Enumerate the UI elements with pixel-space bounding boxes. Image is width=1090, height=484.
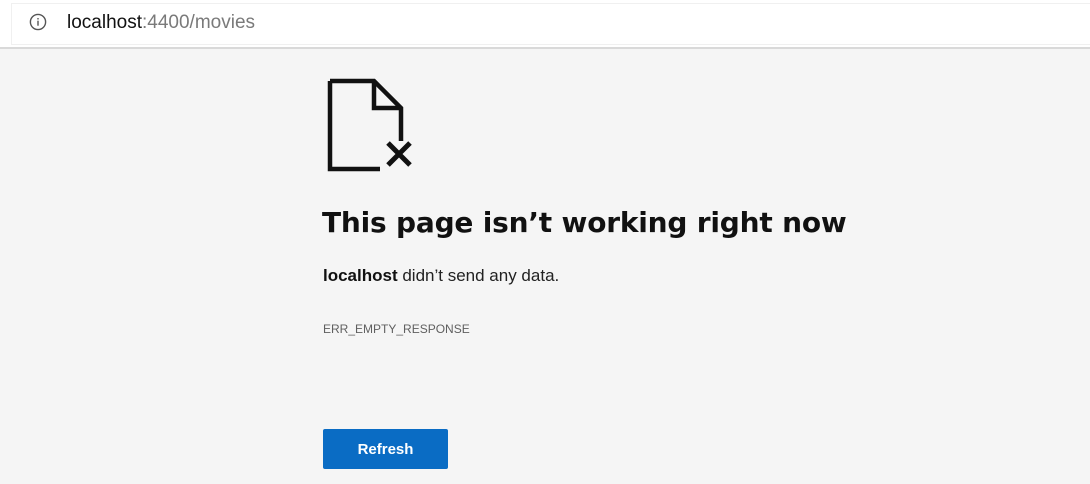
error-code: ERR_EMPTY_RESPONSE <box>323 322 470 336</box>
browser-toolbar: localhost:4400/movies <box>0 0 1090 49</box>
url-path: :4400/movies <box>142 12 256 33</box>
url-host: localhost <box>67 12 142 33</box>
address-bar[interactable]: localhost:4400/movies <box>12 4 1090 44</box>
message-text: didn’t send any data. <box>397 266 560 285</box>
refresh-button[interactable]: Refresh <box>323 429 448 469</box>
info-icon[interactable] <box>29 13 47 31</box>
page-title: This page isn’t working right now <box>322 206 847 239</box>
error-message: localhost didn’t send any data. <box>323 266 559 286</box>
url-text[interactable]: localhost:4400/movies <box>67 10 255 36</box>
message-host: localhost <box>323 266 398 285</box>
broken-document-icon <box>327 78 412 172</box>
